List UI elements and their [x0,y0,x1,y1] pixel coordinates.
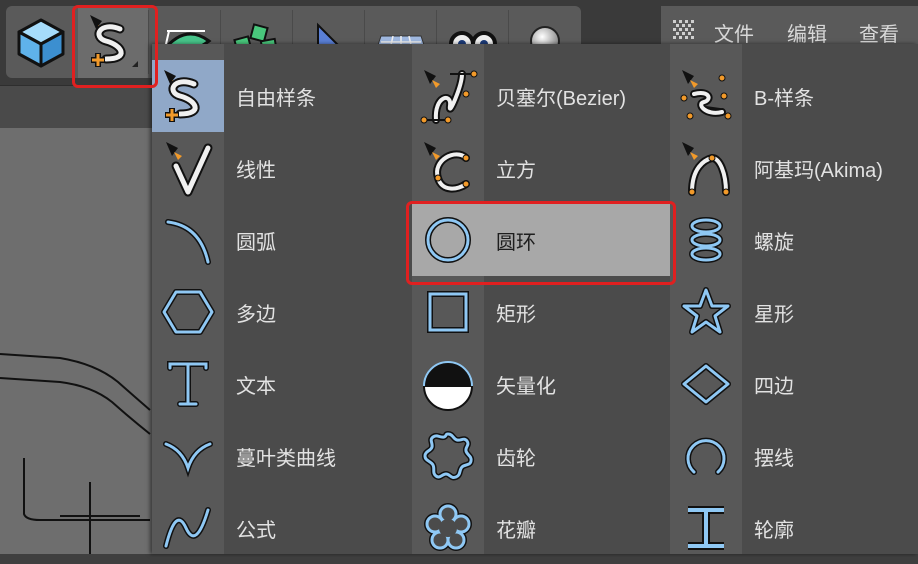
highlight-circle-item [406,201,676,285]
cycloid-icon [685,437,727,475]
rectangle-icon [427,291,469,333]
menu-item-gear[interactable]: 齿轮 [412,420,536,492]
quad-icon [681,363,731,405]
arc-icon [165,219,211,265]
menu-item-polygon[interactable]: 多边 [152,276,276,348]
flower-icon [424,503,472,551]
polygon-icon [161,289,215,335]
freehand-spline-icon [164,70,200,122]
gear-icon [421,430,475,481]
menu-item-label: 蔓叶类曲线 [236,447,336,470]
linear-spline-icon [166,142,213,197]
grip-icon[interactable] [673,20,695,42]
menu-item-label: 贝塞尔(Bezier) [496,87,627,110]
helix-icon [689,217,723,263]
menu-item-rectangle[interactable]: 矩形 [412,276,536,348]
menu-item-vectorizer[interactable]: 矢量化 [412,348,556,420]
menu-item-label: B-样条 [754,87,814,110]
menu-item-label: 星形 [754,303,794,326]
viewport[interactable] [0,128,152,554]
menu-item-label: 轮廓 [754,519,794,542]
menu-item-freehand[interactable]: 自由样条 [152,60,316,132]
menu-item-akima[interactable]: 阿基玛(Akima) [670,132,883,204]
menu-item-formula[interactable]: 公式 [152,492,276,564]
cubic-spline-icon [424,142,470,193]
menu-item-profile[interactable]: 轮廓 [670,492,794,564]
menu-item-label: 花瓣 [496,519,536,542]
menu-item-quad[interactable]: 四边 [670,348,794,420]
profile-icon [688,506,724,550]
bezier-spline-icon [420,70,478,124]
menu-item-label: 线性 [236,159,276,182]
text-spline-icon [167,361,209,407]
vectorizer-icon [422,361,474,411]
menu-view[interactable]: 查看 [859,18,899,47]
menu-item-label: 螺旋 [754,231,794,254]
menu-item-label: 自由样条 [236,87,316,110]
menu-item-label: 文本 [236,375,276,398]
star-icon [681,287,731,335]
menu-item-label: 圆弧 [236,231,276,254]
menu-item-bspline[interactable]: B-样条 [670,60,814,132]
highlight-spline-tool [72,5,158,88]
menu-item-label: 矢量化 [496,375,556,398]
menu-item-text[interactable]: 文本 [152,348,276,420]
menu-item-arc[interactable]: 圆弧 [152,204,276,276]
menu-item-label: 摆线 [754,447,794,470]
menu-item-star[interactable]: 星形 [670,276,794,348]
menu-item-label: 齿轮 [496,447,536,470]
menu-item-cissoid[interactable]: 蔓叶类曲线 [152,420,336,492]
menu-item-linear[interactable]: 线性 [152,132,276,204]
menu-item-label: 立方 [496,159,536,182]
bspline-icon [680,70,732,120]
menu-item-label: 公式 [236,519,276,542]
formula-icon [163,507,211,549]
menu-item-label: 多边 [236,303,276,326]
menu-item-label: 阿基玛(Akima) [754,159,883,182]
viewport-header [0,85,152,129]
menu-item-label: 矩形 [496,303,536,326]
menu-file[interactable]: 文件 [714,18,754,47]
viewport-drawing [0,353,151,554]
cissoid-icon [163,441,213,478]
akima-spline-icon [682,142,730,196]
menu-item-flower[interactable]: 花瓣 [412,492,536,564]
menu-item-helix[interactable]: 螺旋 [670,204,794,276]
menu-item-cycloid[interactable]: 摆线 [670,420,794,492]
menu-item-label: 四边 [754,375,794,398]
menu-item-bezier[interactable]: 贝塞尔(Bezier) [412,60,626,132]
menu-edit[interactable]: 编辑 [787,18,827,47]
cube-icon[interactable] [6,6,76,78]
menu-item-cubic[interactable]: 立方 [412,132,536,204]
